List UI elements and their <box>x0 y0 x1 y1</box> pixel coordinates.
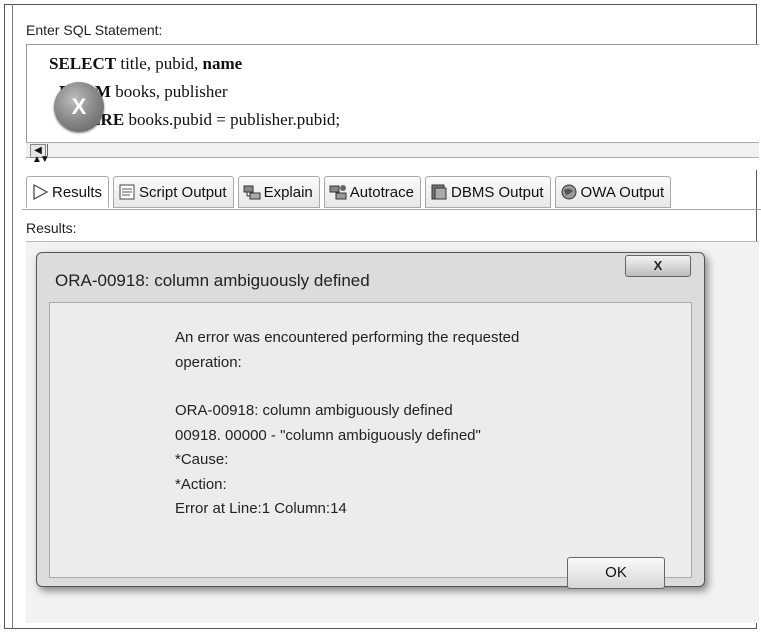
panel-splitter[interactable]: ▲▼ <box>22 155 761 170</box>
error-detail-line: *Cause: <box>175 451 229 468</box>
play-triangle-icon <box>31 183 49 201</box>
error-detail-line: Error at Line:1 Column:14 <box>175 500 347 517</box>
sql-text: title, pubid, <box>116 54 203 73</box>
error-detail-line: *Action: <box>175 476 227 493</box>
error-message: An error was encountered performing the … <box>175 329 520 346</box>
error-icon: X <box>54 82 104 132</box>
ok-button[interactable]: OK <box>567 557 665 589</box>
tab-label: DBMS Output <box>451 183 544 201</box>
sql-editor[interactable]: SELECT title, pubid, name FROM books, pu… <box>26 44 759 142</box>
horizontal-scrollbar[interactable]: ◀ <box>26 142 759 158</box>
dbms-output-icon <box>430 183 448 201</box>
tab-label: Script Output <box>139 183 227 201</box>
sql-statement-label: Enter SQL Statement: <box>26 22 163 38</box>
sql-keyword: SELECT <box>49 54 117 73</box>
tab-label: Explain <box>263 183 313 201</box>
close-button[interactable]: X <box>625 255 691 277</box>
output-tabs: Results Script Output Explain Autotrace … <box>26 176 672 210</box>
error-detail-line: 00918. 00000 - "column ambiguously defin… <box>175 427 481 444</box>
tab-results[interactable]: Results <box>26 176 110 208</box>
sql-text: books.pubid = publisher.pubid; <box>124 110 341 129</box>
tab-label: Autotrace <box>349 183 414 201</box>
error-message-cont: operation: <box>175 354 242 371</box>
error-dialog: ORA-00918: column ambiguously defined X <box>36 252 705 587</box>
tab-label: Results <box>52 183 103 201</box>
tab-dbms-output[interactable]: DBMS Output <box>425 176 551 208</box>
splitter-arrows-icon[interactable]: ▲▼ <box>32 155 50 165</box>
dialog-title: ORA-00918: column ambiguously defined <box>55 271 370 290</box>
tab-autotrace[interactable]: Autotrace <box>323 176 421 208</box>
sql-line-1: SELECT title, pubid, name <box>49 54 242 74</box>
sql-keyword: name <box>202 54 243 73</box>
tab-strip-border <box>22 209 761 210</box>
tab-label: OWA Output <box>580 183 665 201</box>
tab-script-output[interactable]: Script Output <box>113 176 234 208</box>
left-divider <box>12 4 13 629</box>
sql-text: books, publisher <box>110 82 228 101</box>
tab-explain[interactable]: Explain <box>237 176 320 208</box>
explain-plan-icon <box>243 183 261 201</box>
document-icon <box>118 183 136 201</box>
autotrace-icon <box>329 183 347 201</box>
globe-icon <box>560 183 578 201</box>
results-label: Results: <box>26 220 77 236</box>
tab-owa-output[interactable]: OWA Output <box>554 176 672 208</box>
error-detail-line: ORA-00918: column ambiguously defined <box>175 402 453 419</box>
